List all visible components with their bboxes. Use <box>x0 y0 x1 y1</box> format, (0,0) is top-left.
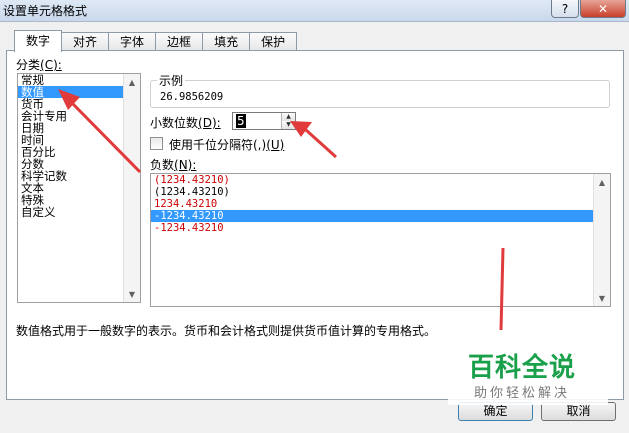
tab-number[interactable]: 数字 <box>14 30 63 52</box>
watermark-slogan: 助你轻松解决 <box>474 386 571 401</box>
arrow-head-decimal <box>290 121 312 137</box>
watermark-logo-text: 百科全说 <box>468 353 577 383</box>
arrow-to-decimal <box>304 128 338 159</box>
watermark-stroke <box>499 247 505 331</box>
arrow-to-category <box>70 101 142 174</box>
